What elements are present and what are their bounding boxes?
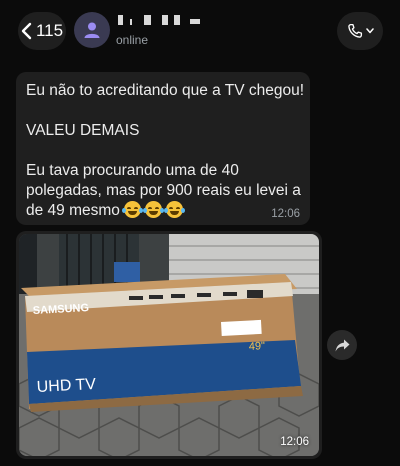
tv-box-photo: SAMSUNG UHD TV 49" (19, 234, 319, 456)
box-size: 49" (249, 340, 266, 353)
share-forward-icon (335, 339, 349, 351)
chevron-left-icon (21, 22, 32, 40)
forward-button[interactable] (327, 330, 357, 360)
laughing-tears-emoji-icon (122, 201, 144, 218)
message-bubble-text[interactable]: Eu não to acreditando que a TV chegou! V… (16, 72, 310, 225)
message-line-blank (26, 101, 300, 121)
contact-name-redacted[interactable] (118, 15, 208, 27)
person-icon (84, 22, 100, 38)
message-line: VALEU DEMAIS (26, 122, 140, 139)
chat-header: 115 online (0, 0, 400, 62)
contact-status: online (116, 33, 149, 47)
message-line-with-emoji: de 49 mesmo (26, 201, 300, 221)
laughing-tears-emoji-icon (164, 201, 186, 218)
message-timestamp: 12:06 (271, 208, 300, 220)
message-line: Eu não to acreditando que a TV chegou! (26, 82, 305, 99)
phone-icon (348, 23, 363, 38)
message-timestamp: 12:06 (280, 436, 309, 448)
call-button[interactable] (337, 12, 383, 50)
avatar[interactable] (74, 12, 110, 48)
message-line: Eu tava procurando uma de 40 (26, 162, 239, 179)
message-line-blank (26, 141, 300, 161)
chevron-down-icon (366, 28, 374, 34)
emoji-group (122, 201, 187, 219)
box-label: UHD TV (36, 376, 96, 396)
message-bubble-image[interactable]: SAMSUNG UHD TV 49" 12:06 (16, 231, 322, 459)
message-line: de 49 mesmo (26, 202, 120, 219)
message-line: polegadas, mas por 900 reais eu levei a (26, 182, 301, 199)
laughing-tears-emoji-icon (143, 201, 165, 218)
unread-count: 115 (35, 21, 64, 40)
back-button[interactable]: 115 (18, 12, 66, 50)
photo-tv-box[interactable]: SAMSUNG UHD TV 49" 12:06 (19, 234, 319, 456)
